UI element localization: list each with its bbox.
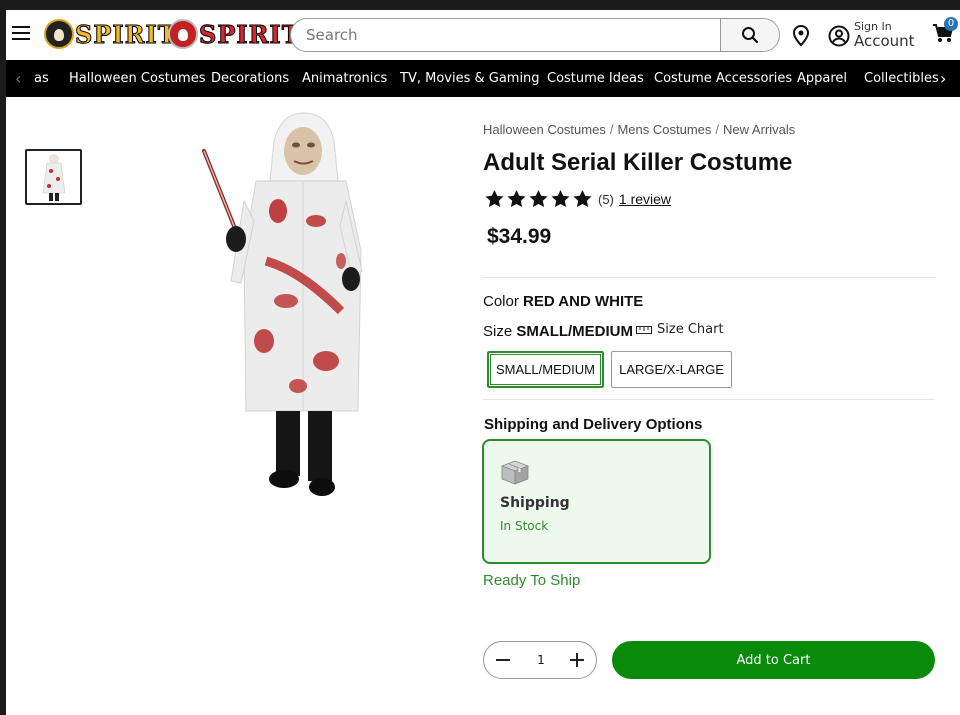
search-button[interactable] <box>720 19 779 51</box>
spirit-holiday-logo[interactable]: SPIRIT <box>168 18 301 50</box>
product-title: Adult Serial Killer Costume <box>483 149 793 176</box>
nav-item-animatronics[interactable]: Animatronics <box>302 71 387 86</box>
shipping-option-card[interactable]: Shipping In Stock <box>482 439 711 564</box>
product-thumbnail[interactable] <box>25 149 82 205</box>
quantity-increase-button[interactable] <box>570 653 584 667</box>
breadcrumb: Halloween Costumes / Mens Costumes / New Arr… <box>483 122 795 137</box>
product-page: Halloween Costumes / Mens Costumes / New Arr… <box>6 97 960 715</box>
quantity-decrease-button[interactable] <box>496 659 510 661</box>
size-chart-label: Size Chart <box>657 322 724 337</box>
costume-thumbnail-image <box>27 151 80 203</box>
product-main-image <box>186 111 426 501</box>
breadcrumb-new-arrivals[interactable]: New Arrivals <box>723 122 795 137</box>
ruler-icon <box>636 325 652 334</box>
nav-scroll-left-icon[interactable]: ‹ <box>15 69 21 88</box>
size-option-large-x-large[interactable]: LARGE/X-LARGE <box>611 351 732 388</box>
search-input[interactable] <box>291 19 721 51</box>
breadcrumb-halloween-costumes[interactable]: Halloween Costumes <box>483 122 606 137</box>
nav-item-halloween-costumes[interactable]: Halloween Costumes <box>69 71 206 86</box>
star-icon <box>529 190 548 207</box>
add-to-cart-button[interactable]: Add to Cart <box>612 641 935 679</box>
location-pin-icon[interactable] <box>792 25 810 47</box>
breadcrumb-separator: / <box>715 122 720 137</box>
size-label: Size <box>483 323 513 340</box>
size-selection: Size SMALL/MEDIUM <box>483 323 633 340</box>
nav-item-tv-movies-gaming[interactable]: TV, Movies & Gaming <box>400 71 540 86</box>
santa-mascot-icon <box>168 19 198 49</box>
shipping-option-title: Shipping <box>500 495 570 511</box>
star-icon <box>507 190 526 207</box>
size-chart-link[interactable]: Size Chart <box>636 322 724 337</box>
size-option-small-medium[interactable]: SMALL/MEDIUM <box>486 350 605 389</box>
account-icon <box>828 25 850 47</box>
star-icon <box>573 190 592 207</box>
star-icon <box>551 190 570 207</box>
color-label: Color <box>483 293 519 310</box>
nav-item-partial[interactable]: as <box>34 71 49 86</box>
nav-item-apparel[interactable]: Apparel <box>797 71 847 86</box>
divider <box>483 277 935 278</box>
cart-button[interactable]: 0 <box>932 17 958 46</box>
rating-row: (5) 1 review <box>484 189 671 209</box>
spirit-logo[interactable]: SPIRIT <box>44 18 177 50</box>
nav-item-costume-ideas[interactable]: Costume Ideas <box>547 71 644 86</box>
nav-scroll-right-icon[interactable]: › <box>940 69 946 88</box>
search-bar <box>290 18 780 52</box>
review-link[interactable]: 1 review <box>619 191 671 207</box>
nav-item-collectibles[interactable]: Collectibles <box>864 71 939 86</box>
quantity-stepper: 1 <box>483 641 597 679</box>
category-nav: ‹ as Halloween Costumes Decorations Anim… <box>6 60 960 97</box>
spirit-holiday-logo-text: SPIRIT <box>199 19 301 49</box>
menu-icon[interactable] <box>12 26 30 40</box>
breadcrumb-mens-costumes[interactable]: Mens Costumes <box>617 122 711 137</box>
search-icon <box>742 27 759 44</box>
nav-item-decorations[interactable]: Decorations <box>211 71 289 86</box>
quantity-value[interactable]: 1 <box>534 653 548 667</box>
nav-item-costume-accessories[interactable]: Costume Accessories <box>654 71 792 86</box>
skull-mascot-icon <box>44 19 74 49</box>
size-value: SMALL/MEDIUM <box>516 323 634 340</box>
color-value: RED AND WHITE <box>523 293 644 310</box>
account-label: Account <box>854 32 915 50</box>
spirit-logo-text: SPIRIT <box>75 19 177 49</box>
product-price: $34.99 <box>487 225 552 248</box>
cart-count-badge: 0 <box>944 17 958 31</box>
shipping-heading: Shipping and Delivery Options <box>484 416 703 433</box>
divider <box>483 399 935 400</box>
star-icon <box>485 190 504 207</box>
ready-to-ship-text: Ready To Ship <box>483 572 581 589</box>
color-selection: Color RED AND WHITE <box>483 293 643 310</box>
account-link[interactable]: Sign In Account <box>828 19 928 53</box>
top-header: SPIRIT SPIRIT Sign In Account 0 <box>6 10 960 60</box>
box-icon <box>500 460 530 485</box>
shipping-stock-status: In Stock <box>500 519 549 533</box>
rating-count: (5) <box>598 191 614 207</box>
breadcrumb-separator: / <box>609 122 614 137</box>
